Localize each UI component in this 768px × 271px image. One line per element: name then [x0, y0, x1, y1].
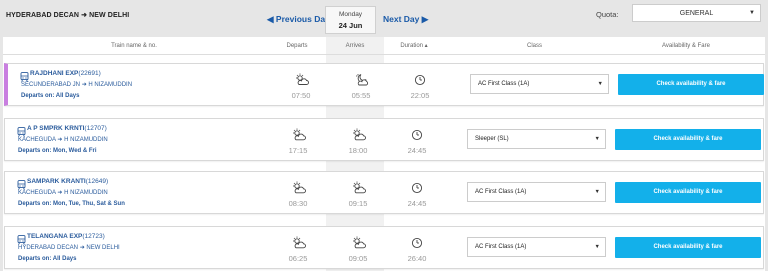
clock-icon	[411, 128, 423, 141]
cloud-sun-icon	[352, 181, 366, 194]
class-dropdown[interactable]: AC First Class (1A) ▼	[470, 74, 609, 94]
class-dropdown[interactable]: AC First Class (1A) ▼	[467, 182, 606, 202]
arrive-time: 05:55	[351, 91, 371, 100]
arrow-right-icon: ➜	[57, 137, 63, 143]
train-from: KACHEGUDA	[18, 190, 56, 196]
train-icon	[17, 124, 26, 137]
depart-time: 17:15	[288, 146, 308, 155]
check-availability-button[interactable]: Check availability & fare	[615, 182, 761, 203]
depart-time: 07:50	[291, 91, 311, 100]
column-headers: Train name & no. Departs Arrives Duratio…	[3, 37, 765, 55]
search-header: HYDERABAD DECAN ➜ NEW DELHI ◀ Previous D…	[0, 0, 768, 34]
class-dropdown[interactable]: Sleeper (SL) ▼	[467, 129, 606, 149]
train-icon	[17, 177, 26, 190]
train-to: NEW DELHI	[86, 245, 120, 251]
arrive-time: 09:05	[348, 254, 368, 263]
route-summary: HYDERABAD DECAN ➜ NEW DELHI	[6, 11, 129, 19]
train-name-link[interactable]: RAJDHANI EXP(22691)	[30, 70, 101, 77]
arrive-time: 09:15	[348, 199, 368, 208]
duration: 22:05	[410, 91, 430, 100]
route-from: HYDERABAD DECAN	[6, 12, 80, 19]
train-from: KACHEGUDA	[18, 137, 56, 143]
chevron-left-icon: ◀	[267, 14, 274, 24]
run-days: Departs on: All Days	[21, 93, 80, 99]
cloud-sun-icon	[292, 236, 306, 249]
cloud-sun-icon	[352, 236, 366, 249]
train-to: H NIZAMUDDIN	[64, 190, 108, 196]
train-card[interactable]: RAJDHANI EXP(22691) SECUNDERABAD JN ➜ H N…	[4, 63, 764, 106]
caret-down-icon: ▼	[749, 10, 755, 16]
train-route: HYDERABAD DECAN ➜ NEW DELHI	[18, 244, 120, 251]
train-name-link[interactable]: SAMPARK KRANTI(12649)	[27, 178, 108, 185]
chevron-right-icon: ▶	[421, 14, 429, 24]
train-to: H NIZAMUDDIN	[88, 82, 133, 88]
header-duration[interactable]: Duration ▴	[389, 37, 439, 55]
arrive-time: 18:00	[348, 146, 368, 155]
train-from: SECUNDERABAD JN	[21, 82, 81, 88]
sun-icon	[295, 73, 309, 86]
arrow-right-icon: ➜	[81, 82, 87, 88]
results-panel: Train name & no. Departs Arrives Duratio…	[3, 37, 765, 271]
duration: 24:45	[407, 199, 427, 208]
header-train: Train name & no.	[111, 43, 157, 49]
run-days: Departs on: Mon, Tue, Thu, Sat & Sun	[18, 201, 125, 207]
caret-down-icon: ▼	[594, 189, 600, 195]
train-card[interactable]: TELANGANA EXP(12723) HYDERABAD DECAN ➜ NE…	[4, 226, 764, 269]
header-arrives[interactable]: Arrives	[326, 37, 384, 55]
previous-day-link[interactable]: ◀ Previous Day	[267, 14, 330, 25]
clock-icon	[414, 73, 426, 86]
quota-label: Quota:	[596, 10, 619, 19]
header-class: Class	[526, 43, 542, 49]
selected-date: Monday 24 Jun	[325, 6, 376, 34]
header-availability: Availability & Fare	[662, 43, 710, 49]
train-number: (12723)	[82, 233, 105, 240]
train-icon	[17, 232, 26, 245]
train-card[interactable]: SAMPARK KRANTI(12649) KACHEGUDA ➜ H NIZAM…	[4, 171, 764, 214]
depart-time: 06:25	[288, 254, 308, 263]
depart-time: 08:30	[288, 199, 308, 208]
train-number: (22691)	[78, 70, 101, 77]
class-dropdown[interactable]: AC First Class (1A) ▼	[467, 237, 606, 257]
arrow-right-icon: ➜	[79, 245, 85, 251]
day-month: 24 Jun	[338, 21, 363, 30]
duration: 24:45	[407, 146, 427, 155]
day-of-week: Monday	[338, 11, 363, 18]
run-days: Departs on: Mon, Wed & Fri	[18, 148, 97, 154]
train-route: SECUNDERABAD JN ➜ H NIZAMUDDIN	[21, 81, 132, 88]
train-number: (12649)	[85, 178, 109, 185]
train-card[interactable]: A P SMPRK KRNTI(12707) KACHEGUDA ➜ H NIZA…	[4, 118, 764, 161]
check-availability-button[interactable]: Check availability & fare	[615, 129, 761, 150]
train-icon	[20, 69, 29, 82]
caret-down-icon: ▼	[594, 244, 600, 250]
check-availability-button[interactable]: Check availability & fare	[615, 237, 761, 258]
caret-down-icon: ▼	[594, 136, 600, 142]
next-day-link[interactable]: Next Day ▶	[383, 14, 428, 25]
train-route: KACHEGUDA ➜ H NIZAMUDDIN	[18, 136, 108, 143]
caret-down-icon: ▼	[597, 81, 603, 87]
check-availability-button[interactable]: Check availability & fare	[618, 74, 764, 95]
cloud-sun-icon	[352, 128, 366, 141]
train-name-link[interactable]: A P SMPRK KRNTI(12707)	[27, 125, 107, 132]
train-to: H NIZAMUDDIN	[64, 137, 108, 143]
clock-icon	[411, 181, 423, 194]
arrow-right-icon: ➜	[81, 12, 88, 19]
train-name-link[interactable]: TELANGANA EXP(12723)	[27, 233, 105, 240]
route-to: NEW DELHI	[89, 12, 130, 19]
arrow-right-icon: ➜	[57, 190, 63, 196]
header-departs[interactable]: Departs	[275, 37, 319, 55]
run-days: Departs on: All Days	[18, 256, 77, 262]
cloud-sun-icon	[292, 128, 306, 141]
train-number: (12707)	[84, 125, 107, 132]
clock-icon	[411, 236, 423, 249]
duration: 26:40	[407, 254, 427, 263]
quota-dropdown[interactable]: GENERAL ▼	[632, 4, 761, 22]
cloud-sun-icon	[292, 181, 306, 194]
train-route: KACHEGUDA ➜ H NIZAMUDDIN	[18, 189, 108, 196]
moon-icon	[355, 73, 369, 86]
train-from: HYDERABAD DECAN	[18, 245, 79, 251]
